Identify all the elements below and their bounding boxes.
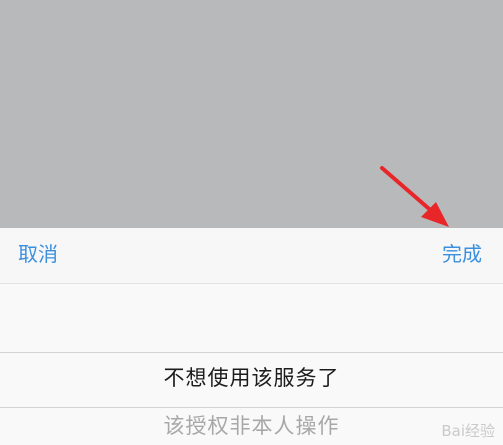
watermark-logo: Bai经验 bbox=[441, 422, 495, 440]
picker-option-selected[interactable]: 不想使用该服务了 bbox=[0, 364, 503, 392]
selection-divider-top bbox=[0, 352, 503, 353]
cancel-button[interactable]: 取消 bbox=[18, 241, 58, 267]
picker-option-next[interactable]: 该授权非本人操作 bbox=[0, 412, 503, 440]
selection-divider-bottom bbox=[0, 407, 503, 408]
picker-toolbar: 取消 完成 bbox=[0, 228, 503, 284]
dimmed-overlay[interactable] bbox=[0, 0, 503, 228]
done-button[interactable]: 完成 bbox=[442, 241, 482, 267]
reason-picker[interactable]: 不想使用该服务了 该授权非本人操作 Bai经验 bbox=[0, 284, 503, 445]
